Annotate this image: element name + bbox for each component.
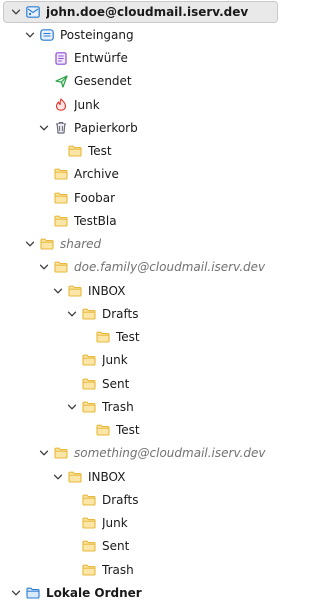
folder-label: Sent: [102, 376, 130, 391]
folder-icon: [82, 377, 96, 391]
chevron-down-icon[interactable]: [24, 29, 36, 41]
folder-doe-family-drafts[interactable]: Drafts: [0, 302, 281, 325]
folder-doe-family-junk[interactable]: Junk: [0, 349, 281, 372]
folder-icon: [96, 423, 110, 437]
folder-icon: [82, 493, 96, 507]
folder-shared[interactable]: shared: [0, 233, 281, 256]
folder-something[interactable]: something@cloudmail.iserv.dev: [0, 442, 281, 465]
folder-label: Trash: [102, 562, 134, 577]
folder-icon: [68, 284, 82, 298]
folder-testbla[interactable]: TestBla: [0, 209, 281, 232]
chevron-down-icon[interactable]: [66, 401, 78, 413]
folder-doe-family-sent[interactable]: Sent: [0, 372, 281, 395]
folder-icon: [82, 400, 96, 414]
folder-icon: [54, 446, 68, 460]
chevron-down-icon[interactable]: [10, 6, 22, 18]
folder-icon: [82, 539, 96, 553]
folder-label: Papierkorb: [74, 120, 138, 135]
folder-icon: [54, 191, 68, 205]
folder-gesendet[interactable]: Gesendet: [0, 70, 281, 93]
folder-icon: [82, 516, 96, 530]
folder-label: TestBla: [74, 213, 117, 228]
folder-icon: [96, 330, 110, 344]
trash-icon: [54, 121, 68, 135]
folder-doe-family-drafts-test[interactable]: Test: [0, 326, 281, 349]
folder-foobar[interactable]: Foobar: [0, 186, 281, 209]
folder-icon: [54, 214, 68, 228]
folder-icon: [68, 470, 82, 484]
folder-doe-family[interactable]: doe.family@cloudmail.iserv.dev: [0, 256, 281, 279]
folder-label: doe.family@cloudmail.iserv.dev: [74, 260, 266, 275]
folder-something-trash[interactable]: Trash: [0, 558, 281, 581]
folder-label: INBOX: [88, 469, 126, 484]
folder-label: Archive: [74, 167, 119, 182]
folder-label: Drafts: [102, 492, 139, 507]
folder-something-drafts[interactable]: Drafts: [0, 488, 281, 511]
folder-label: Entwürfe: [74, 51, 128, 65]
folder-papierkorb-test[interactable]: Test: [0, 140, 281, 163]
folder-label: Sent: [102, 539, 130, 554]
folder-label: Trash: [102, 399, 134, 414]
folder-label: something@cloudmail.iserv.dev: [74, 446, 266, 461]
inbox-icon: [40, 28, 54, 42]
folder-icon: [68, 144, 82, 158]
folder-doe-family-inbox[interactable]: INBOX: [0, 279, 281, 302]
folder-something-sent[interactable]: Sent: [0, 535, 281, 558]
chevron-down-icon[interactable]: [66, 308, 78, 320]
folder-label: shared: [60, 237, 102, 251]
folder-something-junk[interactable]: Junk: [0, 512, 281, 535]
chevron-down-icon[interactable]: [38, 447, 50, 459]
chevron-down-icon[interactable]: [24, 238, 36, 250]
folder-papierkorb[interactable]: Papierkorb: [0, 116, 281, 139]
folder-doe-family-trash-test[interactable]: Test: [0, 419, 281, 442]
folder-label: Drafts: [102, 306, 139, 321]
chevron-down-icon[interactable]: [38, 122, 50, 134]
folder-doe-family-trash[interactable]: Trash: [0, 395, 281, 418]
folder-icon: [82, 353, 96, 367]
chevron-down-icon[interactable]: [52, 285, 64, 297]
account-lokale-ordner[interactable]: Lokale Ordner: [0, 581, 281, 604]
chevron-down-icon[interactable]: [10, 587, 22, 599]
account-john-doe[interactable]: john.doe@cloudmail.iserv.dev: [3, 1, 278, 23]
local-folders-icon: [26, 586, 40, 600]
drafts-icon: [54, 51, 68, 65]
folder-icon: [82, 307, 96, 321]
folder-label: john.doe@cloudmail.iserv.dev: [46, 5, 249, 19]
folder-posteingang[interactable]: Posteingang: [0, 23, 281, 46]
account-mail-icon: [26, 5, 40, 19]
folder-icon: [40, 237, 54, 251]
folder-label: Test: [116, 423, 140, 437]
folder-label: Gesendet: [74, 74, 132, 89]
folder-label: Junk: [102, 516, 128, 530]
folder-label: INBOX: [88, 283, 126, 298]
folder-icon: [82, 563, 96, 577]
folder-icon: [54, 167, 68, 181]
folder-junk[interactable]: Junk: [0, 93, 281, 116]
chevron-down-icon[interactable]: [38, 261, 50, 273]
folder-archive[interactable]: Archive: [0, 163, 281, 186]
folder-something-inbox[interactable]: INBOX: [0, 465, 281, 488]
folder-label: Test: [116, 330, 140, 344]
folder-label: Lokale Ordner: [46, 585, 142, 600]
folder-label: Test: [88, 144, 112, 158]
folder-label: Posteingang: [60, 27, 134, 42]
folder-label: Junk: [74, 97, 100, 112]
folder-icon: [54, 260, 68, 274]
folder-label: Foobar: [74, 190, 116, 205]
sent-icon: [54, 74, 68, 88]
chevron-down-icon[interactable]: [52, 471, 64, 483]
folder-entwuerfe[interactable]: Entwürfe: [0, 47, 281, 70]
junk-icon: [54, 98, 68, 112]
folder-label: Junk: [102, 353, 128, 368]
